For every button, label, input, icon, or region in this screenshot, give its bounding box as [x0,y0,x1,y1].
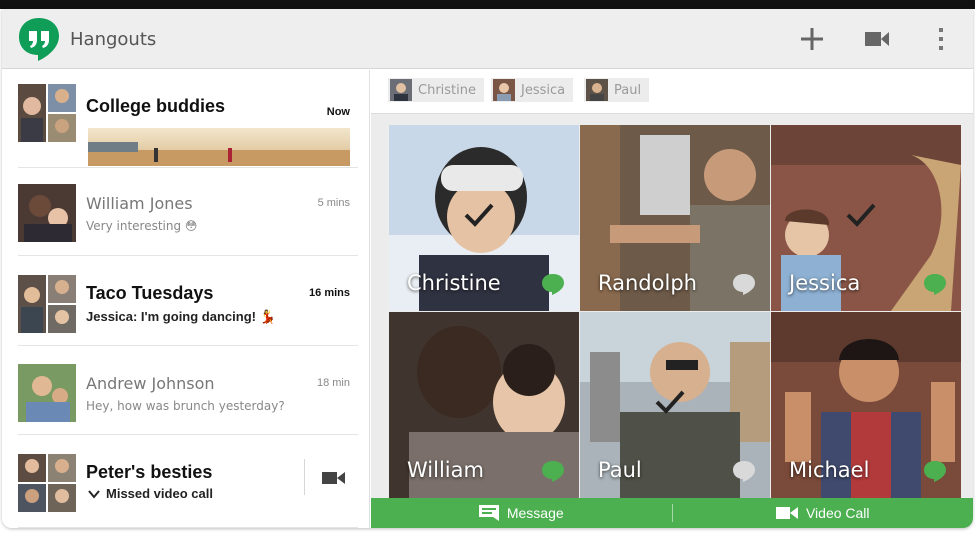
message-button[interactable]: Message [371,498,672,528]
group-avatar [18,275,76,333]
selected-check-icon [655,390,685,414]
participant-grid: Christine Randolph Jessica William Paul … [389,125,961,498]
conversation-snippet: Missed video call [106,486,213,501]
conversation-list: College buddies Now William Jones 5 mins… [2,70,370,528]
online-status-icon [542,274,564,295]
participant-name: Christine [407,271,501,295]
participant-name: Christine [418,82,476,98]
participant-tile[interactable]: Randolph [580,125,770,311]
avatar [18,184,76,242]
list-divider [18,527,358,528]
conversation-item[interactable]: William Jones 5 mins Very interesting 😳 [2,168,369,256]
conversation-time: 18 min [316,377,350,389]
participant-name: Michael [789,458,870,482]
online-status-icon [924,274,946,295]
app-window: Hangouts College buddies Now William Jon… [2,9,973,528]
participant-tile[interactable]: Jessica [771,125,961,311]
missed-call-status: Missed video call [88,486,213,501]
avatar [493,79,515,101]
hangouts-logo-icon [19,18,59,61]
avatar [18,364,76,422]
group-avatar [18,84,76,142]
selected-check-icon [846,203,876,227]
avatar [586,79,608,101]
conversation-item[interactable]: College buddies Now [2,70,369,168]
conversation-name: William Jones [86,194,193,213]
conversation-name: Taco Tuesdays [86,283,214,303]
conversation-time: Now [326,106,350,118]
group-avatar [18,454,76,512]
selected-check-icon [464,203,494,227]
vertical-divider [304,459,305,495]
add-icon[interactable] [798,25,826,53]
participant-chip[interactable]: Jessica [491,78,574,102]
conversation-item[interactable]: Peter's besties Missed video call [2,435,369,528]
participant-name: Jessica [789,271,861,295]
app-title: Hangouts [70,29,157,50]
shared-photo [88,128,350,166]
device-bezel [0,0,975,9]
participant-name: Randolph [598,271,697,295]
participant-tile[interactable]: William [389,312,579,498]
video-call-button[interactable]: Video Call [673,498,974,528]
offline-status-icon [733,461,755,482]
online-status-icon [924,461,946,482]
participant-tile[interactable]: Michael [771,312,961,498]
conversation-item[interactable]: Andrew Johnson 18 min Hey, how was brunc… [2,346,369,435]
conversation-name: Andrew Johnson [86,374,215,393]
participant-name: Jessica [521,82,566,98]
conversation-item[interactable]: Taco Tuesdays 16 mins Jessica: I'm going… [2,256,369,346]
conversation-snippet: Very interesting 😳 [86,219,198,233]
offline-status-icon [733,274,755,295]
action-bar: Hangouts [2,9,973,69]
conversation-time: 5 mins [317,197,350,209]
video-camera-icon [775,507,798,519]
online-status-icon [542,461,564,482]
video-call-panel: Christine Jessica Paul Christine Randolp… [371,70,973,528]
message-icon [478,505,499,521]
call-action-bar: Message Video Call [371,498,973,528]
participant-chip[interactable]: Paul [584,78,650,102]
conversation-snippet: Jessica: I'm going dancing! 💃 [86,309,276,324]
video-camera-icon[interactable] [322,470,346,486]
overflow-menu-icon[interactable] [927,25,955,53]
video-camera-icon[interactable] [863,25,891,53]
message-label: Message [506,505,564,521]
conversation-name: College buddies [86,96,226,116]
conversation-name: Peter's besties [86,462,213,482]
participant-tile[interactable]: Paul [580,312,770,498]
participant-name: Paul [614,82,642,98]
participants-bar: Christine Jessica Paul [371,70,973,114]
participant-chip[interactable]: Christine [388,78,484,102]
participant-name: Paul [598,458,642,482]
participant-name: William [407,458,484,482]
conversation-snippet: Hey, how was brunch yesterday? [86,399,285,413]
participant-tile[interactable]: Christine [389,125,579,311]
video-call-label: Video Call [805,505,870,521]
conversation-time: 16 mins [309,287,350,299]
missed-call-arrow-icon [88,489,100,499]
avatar [390,79,412,101]
